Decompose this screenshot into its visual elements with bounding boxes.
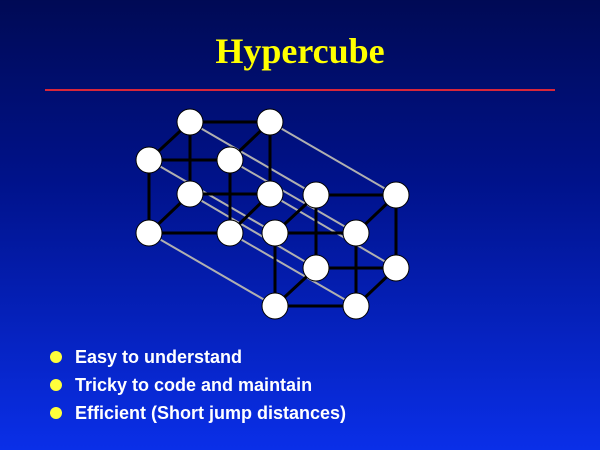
bullet-circle-icon <box>50 407 62 419</box>
cross-edge <box>148 159 276 234</box>
hypercube-node <box>261 219 289 247</box>
hypercube-node <box>382 181 410 209</box>
cube-edges <box>147 120 398 308</box>
hypercube-node <box>256 180 284 208</box>
bullet-text: Efficient (Short jump distances) <box>75 402 347 423</box>
hypercube-node <box>176 108 204 136</box>
hypercube-node <box>216 146 244 174</box>
bullet-item: Efficient (Short jump distances) <box>50 399 346 427</box>
cross-edge <box>269 193 397 269</box>
cross-cube-edges <box>148 121 397 307</box>
bullet-item: Tricky to code and maintain <box>50 371 346 399</box>
hypercube-node <box>342 219 370 247</box>
hypercube-node <box>342 292 370 320</box>
cross-edge <box>148 232 276 307</box>
bullet-circle-icon <box>50 351 62 363</box>
hypercube-node <box>382 254 410 282</box>
slide: Hypercube Easy to understand Tricky to c… <box>0 0 600 450</box>
bullet-list: Easy to understand Tricky to code and ma… <box>50 343 346 427</box>
hypercube-node <box>135 219 163 247</box>
hypercube-node <box>256 108 284 136</box>
cross-edge <box>269 121 397 196</box>
bullet-text: Tricky to code and maintain <box>75 374 313 395</box>
bullet-text: Easy to understand <box>75 346 243 367</box>
hypercube-node <box>216 219 244 247</box>
bullet-circle-icon <box>50 379 62 391</box>
cross-edge <box>189 193 317 269</box>
hypercube-node <box>176 180 204 208</box>
hypercube-nodes <box>135 108 410 320</box>
hypercube-node <box>135 146 163 174</box>
hypercube-node <box>302 181 330 209</box>
bullet-item: Easy to understand <box>50 343 346 371</box>
hypercube-node <box>261 292 289 320</box>
hypercube-node <box>302 254 330 282</box>
